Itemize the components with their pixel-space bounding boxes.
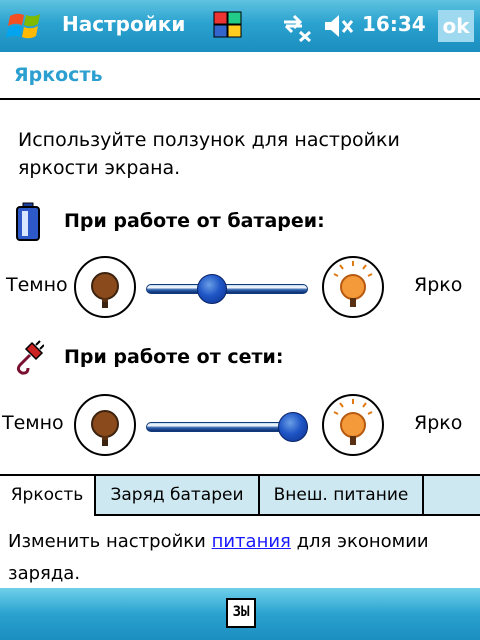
tab-bar: Яркость Заряд батареи Внеш. питание bbox=[0, 474, 480, 516]
apps-icon[interactable] bbox=[212, 10, 244, 40]
slider-thumb[interactable] bbox=[197, 274, 227, 304]
external-dark-label: Темно bbox=[2, 412, 64, 434]
tab-external-power[interactable]: Внеш. питание bbox=[260, 476, 424, 514]
external-bright-label: Ярко bbox=[414, 412, 463, 434]
page-title: Яркость bbox=[14, 64, 103, 86]
tab-battery-charge[interactable]: Заряд батареи bbox=[96, 476, 260, 514]
bright-bulb-icon bbox=[322, 256, 384, 318]
title-bar: Настройки 16:34 ok bbox=[0, 0, 480, 52]
connectivity-icon[interactable] bbox=[280, 12, 314, 43]
app-title[interactable]: Настройки bbox=[62, 12, 185, 36]
command-bar: ЗЫ bbox=[0, 588, 480, 640]
power-plug-icon bbox=[14, 340, 45, 376]
hint-text-before: Изменить настройки bbox=[8, 531, 212, 552]
dim-bulb-icon bbox=[74, 256, 136, 318]
bright-bulb-icon bbox=[322, 394, 384, 456]
instructions-text: Используйте ползунок для настройки яркос… bbox=[18, 129, 400, 179]
dim-bulb-icon bbox=[74, 394, 136, 456]
tab-brightness[interactable]: Яркость bbox=[0, 476, 96, 516]
external-section-label: При работе от сети: bbox=[64, 346, 284, 368]
battery-brightness-slider[interactable] bbox=[146, 274, 308, 304]
battery-section-label: При работе от батареи: bbox=[64, 210, 325, 232]
ok-button[interactable]: ok bbox=[438, 10, 474, 42]
slider-thumb[interactable] bbox=[278, 412, 308, 442]
windows-start-icon[interactable] bbox=[4, 6, 46, 46]
keyboard-icon[interactable]: ЗЫ bbox=[226, 598, 256, 628]
header-divider bbox=[0, 98, 480, 100]
power-settings-hint: Изменить настройки питания для экономии … bbox=[8, 526, 468, 590]
external-brightness-slider[interactable] bbox=[146, 412, 308, 442]
battery-dark-label: Темно bbox=[6, 274, 68, 296]
slider-track[interactable] bbox=[146, 284, 308, 294]
volume-muted-icon[interactable] bbox=[323, 12, 355, 40]
battery-icon bbox=[14, 202, 42, 242]
battery-bright-label: Ярко bbox=[414, 274, 463, 296]
clock[interactable]: 16:34 bbox=[362, 12, 426, 36]
power-settings-link[interactable]: питания bbox=[212, 531, 291, 552]
